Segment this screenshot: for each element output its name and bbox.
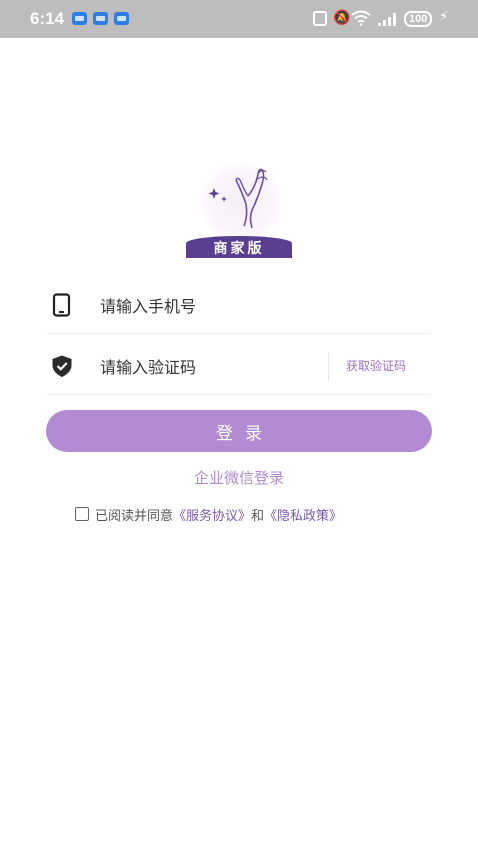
mute-icon: 🔕 bbox=[333, 10, 351, 26]
notification-icon bbox=[93, 12, 108, 25]
status-bar: 6:14 🔕 100 ⚡ bbox=[0, 0, 478, 38]
agreement-conjunction: 和 bbox=[251, 508, 265, 524]
wifi-icon bbox=[351, 10, 371, 30]
privacy-policy-link[interactable]: 《隐私政策》 bbox=[264, 505, 342, 524]
login-button[interactable]: 登录 bbox=[46, 410, 432, 452]
service-agreement-link[interactable]: 《服务协议》 bbox=[173, 505, 251, 524]
phone-row bbox=[46, 277, 430, 334]
hand-icon bbox=[208, 168, 268, 229]
agreement-checkbox[interactable] bbox=[75, 507, 89, 521]
phone-icon bbox=[50, 293, 74, 317]
notification-icon bbox=[72, 12, 87, 25]
agreement-prefix: 已阅读并同意 bbox=[95, 508, 174, 524]
charging-icon: ⚡ bbox=[439, 9, 449, 25]
app-logo: 商家版 bbox=[186, 160, 292, 260]
phone-input[interactable] bbox=[100, 293, 320, 319]
nfc-icon bbox=[313, 11, 327, 26]
agreement-row: 已阅读并同意 《服务协议》 和 《隐私政策》 bbox=[75, 504, 342, 524]
code-divider bbox=[328, 352, 329, 380]
logo-banner: 商家版 bbox=[186, 236, 292, 258]
notification-icon bbox=[114, 12, 129, 25]
shield-check-icon bbox=[50, 354, 74, 378]
get-code-button[interactable]: 获取验证码 bbox=[346, 357, 406, 374]
wecom-login-link[interactable]: 企业微信登录 bbox=[0, 467, 478, 488]
battery-indicator: 100 bbox=[404, 11, 433, 27]
signal-icon bbox=[378, 12, 400, 26]
logo-banner-text: 商家版 bbox=[213, 241, 265, 257]
code-row: 获取验证码 bbox=[46, 338, 430, 395]
code-input[interactable] bbox=[100, 354, 320, 380]
status-time: 6:14 bbox=[30, 9, 65, 28]
